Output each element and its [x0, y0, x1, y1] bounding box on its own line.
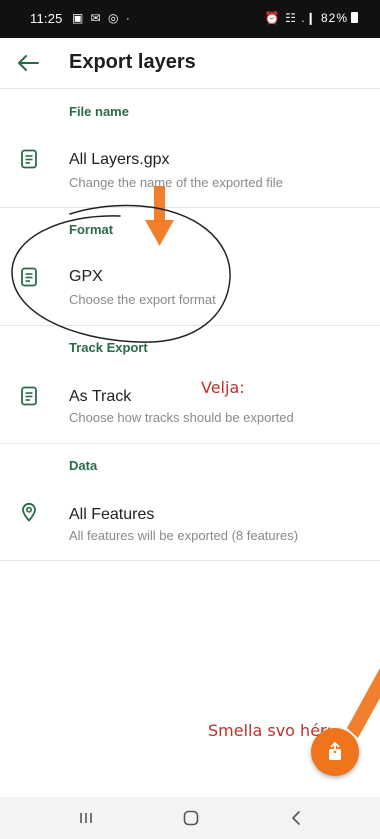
- status-bar: 11:25 ▣ ✉ ◎ · ⏰ ☷ .❙ 82%: [0, 0, 380, 38]
- page-title: Export layers: [69, 51, 196, 73]
- annotation-arrow-fab: [347, 668, 380, 738]
- chevron-left-icon: [292, 811, 300, 825]
- document-icon: [21, 267, 37, 287]
- back-button[interactable]: [14, 50, 42, 76]
- data-value: All Features: [69, 506, 155, 523]
- annotation-smella: Smella svo hér:: [208, 721, 332, 740]
- battery-icon: [351, 12, 358, 23]
- divider: [0, 560, 380, 561]
- export-icon: [329, 742, 341, 760]
- track-export-setting[interactable]: As Track Choose how tracks should be exp…: [0, 372, 380, 442]
- location-pin-icon: [22, 502, 36, 522]
- file-name-value: All Layers.gpx: [69, 151, 170, 168]
- format-setting[interactable]: GPX Choose the export format: [0, 252, 380, 322]
- divider: [0, 443, 380, 444]
- document-icon: [21, 386, 37, 406]
- divider: [0, 325, 380, 326]
- status-indicators: ⏰ ☷ .❙ 82%: [265, 11, 358, 25]
- file-name-description: Change the name of the exported file: [69, 175, 283, 190]
- section-header-format: Format: [69, 222, 114, 237]
- file-name-setting[interactable]: All Layers.gpx Change the name of the ex…: [0, 133, 380, 203]
- system-back-button[interactable]: [276, 806, 316, 830]
- section-header-file-name: File name: [69, 104, 129, 119]
- data-description: All features will be exported (8 feature…: [69, 528, 299, 543]
- format-value: GPX: [69, 268, 103, 285]
- format-description: Choose the export format: [69, 292, 216, 307]
- section-header-track-export: Track Export: [69, 340, 148, 355]
- system-nav-bar: [0, 797, 380, 839]
- home-icon: [183, 810, 199, 826]
- recent-apps-icon: [80, 813, 92, 823]
- export-button[interactable]: [311, 728, 359, 776]
- track-export-value: As Track: [69, 388, 132, 405]
- notification-icons: ▣ ✉ ◎ ·: [72, 11, 132, 25]
- status-text: ⏰ ☷ .❙ 82%: [264, 11, 348, 25]
- app-bar: Export layers: [0, 38, 380, 88]
- recent-apps-button[interactable]: [66, 806, 106, 830]
- section-header-data: Data: [69, 458, 98, 473]
- divider: [0, 88, 380, 89]
- annotation-velja: Velja:: [201, 378, 245, 397]
- divider: [0, 207, 380, 208]
- track-export-description: Choose how tracks should be exported: [69, 410, 294, 425]
- status-time: 11:25: [30, 11, 63, 26]
- home-button[interactable]: [171, 806, 211, 830]
- document-icon: [21, 149, 37, 169]
- arrow-left-icon: [18, 55, 39, 71]
- data-setting[interactable]: All Features All features will be export…: [0, 490, 380, 560]
